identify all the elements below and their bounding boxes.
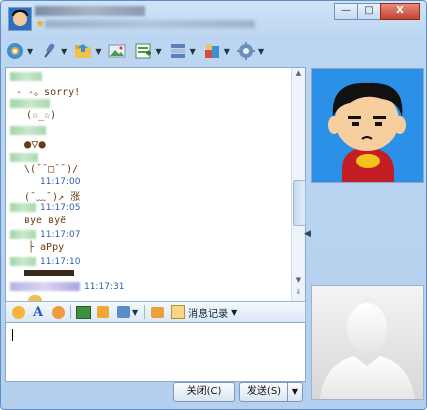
collapse-sidebar-icon[interactable]: ◀ [304, 229, 312, 239]
history-label: 消息记录 [188, 308, 229, 320]
chevron-down-icon[interactable]: ▼ [155, 47, 161, 56]
chevron-down-icon: ▼ [291, 387, 299, 396]
sender-name-blurred [10, 230, 36, 239]
send-file-button[interactable]: ▼ [73, 39, 101, 63]
image-icon [108, 44, 126, 58]
font-button[interactable]: A [30, 304, 46, 320]
settings-icon [236, 42, 255, 60]
chevron-down-icon: ▼ [231, 307, 238, 317]
message-input[interactable] [5, 322, 306, 382]
message-timestamp: 11:17:05 [40, 203, 81, 213]
quick-reply-button[interactable] [149, 304, 165, 320]
contact-name-blurred [35, 6, 145, 16]
format-toolbar: A ▼ 消息记录 ▼ [5, 301, 306, 323]
avatar-face [13, 12, 27, 26]
chevron-down-icon[interactable]: ▼ [95, 47, 101, 56]
message-timestamp: 11:17:07 [40, 230, 81, 240]
message-text: вyе вyё [24, 215, 67, 226]
game-icon [204, 44, 219, 58]
scrollbar-thumb[interactable] [293, 180, 306, 226]
sender-name-blurred [10, 257, 36, 266]
shake-icon [97, 306, 109, 318]
send-image-button[interactable] [75, 304, 91, 320]
magic-emoji-button[interactable] [50, 304, 66, 320]
sender-name-blurred [10, 99, 50, 108]
chevron-down-icon[interactable]: ▼ [61, 47, 67, 56]
send-options-button[interactable]: ▼ [287, 382, 303, 402]
history-icon [171, 305, 186, 319]
sender-name-blurred [10, 126, 46, 135]
action-bar: 关闭(C) 发送(S) ▼ [5, 382, 304, 402]
scroll-bottom-icon[interactable]: ⇓ [293, 288, 304, 298]
shake-button[interactable] [95, 304, 111, 320]
group-icon [170, 44, 185, 58]
title-bar[interactable]: ★ — □ X [1, 1, 426, 34]
sender-name-blurred [10, 72, 42, 81]
contact-display-picture[interactable] [311, 68, 424, 183]
application-button[interactable]: ▼ [133, 39, 162, 63]
message-timestamp: 11:17:10 [40, 257, 81, 267]
message-text: \(ˉˉ□ˉˉ)/ [24, 164, 79, 175]
message-text: (ˉ﹏ˉ)↗ 涨 [24, 192, 81, 203]
game-button[interactable]: ▼ [202, 39, 230, 63]
scroll-up-icon[interactable]: ▲ [293, 69, 304, 79]
chevron-down-icon[interactable]: ▼ [132, 308, 138, 317]
divider [144, 305, 146, 319]
sender-name-blurred [10, 203, 36, 212]
window-controls: — □ X [334, 3, 420, 20]
scissors-icon [116, 306, 130, 318]
image-button[interactable] [107, 39, 127, 63]
message-list: - -。sorry! (☆_☆) ●▽● \(ˉˉ□ˉˉ)/ 11:17:00 … [6, 68, 291, 301]
smiley-icon [11, 305, 25, 319]
maximize-button[interactable]: □ [357, 3, 381, 20]
message-text: ●▽● [24, 137, 46, 151]
text-caret [12, 329, 13, 341]
application-icon [135, 43, 152, 59]
screenshot-button[interactable] [115, 304, 131, 320]
close-window-button[interactable]: X [380, 3, 420, 20]
chevron-down-icon[interactable]: ▼ [224, 47, 230, 56]
message-text: (☆_☆) [26, 110, 57, 121]
message-text: ├ aPpy [28, 242, 65, 253]
star-icon: ★ [35, 17, 45, 30]
chat-window: ★ — □ X ▼ ▼ ▼ ▼ ▼ ▼ ▼ - -。sorry! (☆_☆) ●… [0, 0, 427, 410]
toolbar: ▼ ▼ ▼ ▼ ▼ ▼ ▼ [5, 37, 315, 65]
image-icon [75, 305, 91, 319]
close-button[interactable]: 关闭(C) [173, 382, 235, 402]
quick-reply-icon [150, 306, 164, 318]
emoji-button[interactable] [10, 304, 26, 320]
group-button[interactable]: ▼ [168, 39, 196, 63]
default-avatar-image [320, 303, 415, 399]
message-timestamp: 11:17:00 [40, 177, 81, 187]
scroll-down-icon[interactable]: ▼ [293, 276, 304, 286]
sender-name-blurred [10, 282, 80, 291]
chevron-down-icon[interactable]: ▼ [27, 47, 33, 56]
settings-button[interactable]: ▼ [236, 39, 264, 63]
video-call-icon [7, 43, 23, 59]
cartoon-avatar-image [312, 69, 423, 182]
my-display-picture[interactable] [311, 285, 424, 400]
send-file-icon [75, 44, 92, 58]
minimize-button[interactable]: — [334, 3, 358, 20]
video-call-button[interactable]: ▼ [5, 39, 33, 63]
divider [70, 305, 71, 319]
chevron-down-icon[interactable]: ▼ [190, 47, 196, 56]
contact-signature-blurred [45, 20, 255, 28]
contact-avatar-small[interactable] [8, 7, 32, 31]
message-timestamp: 11:17:31 [84, 282, 125, 292]
send-button[interactable]: 发送(S) [239, 382, 289, 402]
sender-name-blurred [10, 153, 38, 162]
voice-call-icon [44, 43, 55, 58]
message-history-button[interactable]: 消息记录 ▼ [171, 305, 237, 320]
font-icon: A [32, 304, 44, 320]
magic-emoji-icon [51, 305, 65, 319]
chat-scrollbar[interactable]: ▲ ▼ ⇓ [291, 68, 306, 301]
voice-call-button[interactable]: ▼ [39, 39, 67, 63]
message-text: - -。sorry! [16, 87, 81, 98]
emoticon-fragment [24, 270, 74, 276]
chevron-down-icon[interactable]: ▼ [258, 47, 264, 56]
chat-history-panel[interactable]: - -。sorry! (☆_☆) ●▽● \(ˉˉ□ˉˉ)/ 11:17:00 … [5, 67, 306, 302]
